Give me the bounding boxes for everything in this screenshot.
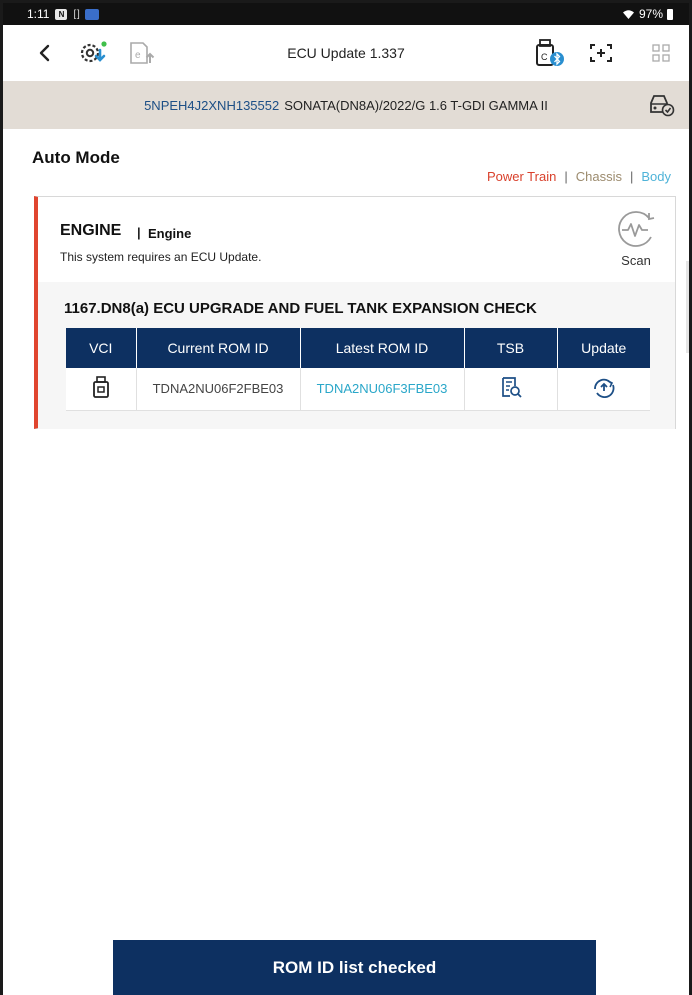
system-filter-bar: Power Train | Chassis | Body [487,169,671,184]
e-upload-icon: e [130,42,155,64]
system-card-body: 1167.DN8(a) ECU UPGRADE AND FUEL TANK EX… [38,282,675,429]
system-sub-name: Engine [148,226,192,241]
update-cloud-icon[interactable] [591,376,617,399]
ecu-download-icon [80,41,107,63]
battery-icon [667,8,673,20]
vci-device-icon[interactable] [91,376,111,399]
capture-button[interactable] [583,35,619,71]
grid-menu-icon [652,44,670,62]
status-right: 97% [622,7,673,21]
column-header-vci: VCI [66,328,137,368]
back-arrow-icon [39,44,50,62]
system-card: ENGINE | Engine This system requires an … [34,196,676,429]
svg-text:e: e [135,50,141,61]
status-time: 1:11 [27,7,50,21]
status-left: 1:11 N [ ] [27,7,99,21]
current-rom-id: TDNA2NU06F2FBE03 [136,368,301,411]
tsb-document-icon[interactable] [500,376,522,398]
filter-body[interactable]: Body [641,169,671,184]
app-bar: ECU Update 1.337 e C [3,25,689,81]
battery-percent: 97% [638,7,663,21]
status-bar: 1:11 N [ ] 97% [3,3,689,25]
latest-rom-id[interactable]: TDNA2NU06F3FBE03 [300,368,465,411]
scan-label: Scan [621,253,651,268]
tsb-cell [464,368,558,411]
system-name: ENGINE [60,222,122,239]
rom-id-table: VCI Current ROM ID Latest ROM ID TSB Upd… [66,328,650,411]
notification-n-icon: N [55,8,68,20]
system-name-separator: | [137,225,141,240]
capture-icon [590,44,612,62]
column-header-update: Update [557,328,650,368]
grid-menu-button[interactable] [643,35,679,71]
rom-id-list-checked-button[interactable]: ROM ID list checked [113,940,596,995]
wifi-icon [622,9,634,19]
column-header-tsb: TSB [464,328,558,368]
scan-button[interactable]: Scan [611,209,661,273]
table-header-row: VCI Current ROM ID Latest ROM ID TSB Upd… [66,328,650,368]
ecu-download-button[interactable] [75,35,111,71]
vci-bluetooth-button[interactable]: C [531,35,567,71]
column-header-current-rom: Current ROM ID [136,328,301,368]
car-check-icon [650,95,675,117]
system-card-header: ENGINE | Engine This system requires an … [38,197,675,282]
filter-power-train[interactable]: Power Train [487,169,556,184]
table-row: TDNA2NU06F2FBE03 TDNA2NU06F3FBE03 [66,368,650,411]
vci-cell [66,368,137,411]
filter-chassis[interactable]: Chassis [576,169,622,184]
svg-text:C: C [541,52,548,62]
filter-separator: | [629,169,634,184]
vehicle-vin: 5NPEH4J2XNH135552 [144,97,280,113]
screen-record-icon: [ ] [73,8,79,20]
system-message: This system requires an ECU Update. [60,250,262,264]
campaign-title: 1167.DN8(a) ECU UPGRADE AND FUEL TANK EX… [64,300,537,317]
vehicle-check-button[interactable] [647,93,675,117]
column-header-latest-rom: Latest ROM ID [300,328,465,368]
scan-pulse-icon [618,211,655,247]
app-notification-icon [84,8,99,20]
scrollbar-indicator[interactable] [686,261,689,353]
mode-title: Auto Mode [32,148,120,167]
vehicle-info-bar: 5NPEH4J2XNH135552 SONATA(DN8A)/2022/G 1.… [3,81,689,129]
back-button[interactable] [27,35,63,71]
update-cell [557,368,650,411]
filter-separator: | [564,169,568,184]
app-frame: 1:11 N [ ] 97% ECU Update 1.337 e C 5NPE… [0,0,692,995]
e-upload-button[interactable]: e [123,35,159,71]
vci-bluetooth-icon: C [536,39,564,66]
vehicle-description: SONATA(DN8A)/2022/G 1.6 T-GDI GAMMA II [284,97,548,113]
